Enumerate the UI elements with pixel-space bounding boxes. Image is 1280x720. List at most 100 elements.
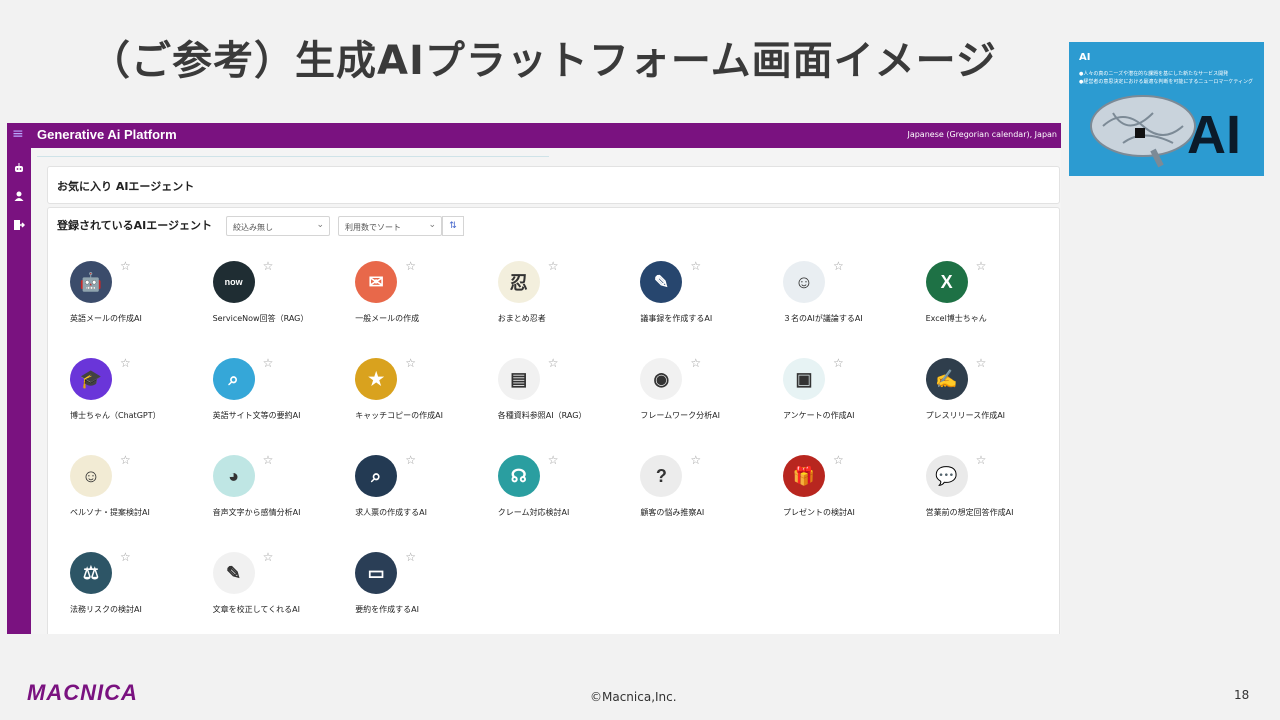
favorite-star-icon[interactable]: ☆	[405, 356, 416, 370]
three-robots-icon: ☺	[783, 261, 825, 303]
favorite-star-icon[interactable]: ☆	[976, 356, 987, 370]
agent-card[interactable]: now ☆ ServiceNow回答（RAG）	[199, 259, 341, 351]
agent-card[interactable]: 🤖 ☆ 英語メールの作成AI	[56, 259, 198, 351]
agent-card[interactable]: ✍ ☆ プレスリリース作成AI	[912, 356, 1054, 448]
excel-icon: X	[925, 261, 968, 303]
favorite-star-icon[interactable]: ☆	[120, 259, 131, 273]
agent-label: クレーム対応検討AI	[497, 508, 570, 517]
favorite-star-icon[interactable]: ☆	[833, 356, 844, 370]
favorite-star-icon[interactable]: ☆	[690, 453, 701, 467]
agent-card[interactable]: ⌕ ☆ 求人票の作成するAI	[341, 453, 483, 545]
agent-card[interactable]: ✎ ☆ 議事録を作成するAI	[626, 259, 768, 351]
persona-icon: ☺	[70, 455, 112, 497]
agent-card[interactable]: ▣ ☆ アンケートの作成AI	[769, 356, 911, 448]
sort-direction-button[interactable]: ⇅	[442, 216, 464, 236]
agent-label: 一般メールの作成	[355, 314, 420, 323]
agent-card[interactable]: ✎ ☆ 文章を校正してくれるAI	[199, 550, 341, 634]
agent-card[interactable]: ▭ ☆ 要約を作成するAI	[341, 550, 483, 634]
favorite-star-icon[interactable]: ☆	[263, 356, 274, 370]
favorite-star-icon[interactable]: ☆	[405, 453, 416, 467]
user-icon[interactable]	[13, 190, 25, 202]
favorite-star-icon[interactable]: ☆	[405, 259, 416, 273]
agent-label: 営業前の想定回答作成AI	[925, 508, 1014, 517]
side-nav	[7, 148, 31, 634]
filter-value: 絞込み無し	[233, 223, 273, 232]
brain-icon	[1090, 95, 1196, 168]
thumbnail-ai-text: AI	[1187, 105, 1241, 165]
agent-card[interactable]: ? ☆ 顧客の悩み推察AI	[626, 453, 768, 545]
agent-label: ３名のAIが議論するAI	[783, 314, 863, 323]
favorites-panel: お気に入り AIエージェント	[47, 166, 1060, 204]
macnica-logo: MACNICA	[27, 680, 138, 705]
agent-card[interactable]: 🎁 ☆ プレゼントの検討AI	[769, 453, 911, 545]
favorite-star-icon[interactable]: ☆	[263, 259, 274, 273]
agent-card[interactable]: ★ ☆ キャッチコピーの作成AI	[341, 356, 483, 448]
favorite-star-icon[interactable]: ☆	[976, 453, 987, 467]
agent-label: 文章を校正してくれるAI	[212, 605, 300, 614]
favorite-star-icon[interactable]: ☆	[548, 259, 559, 273]
sort-select[interactable]: 利用数でソート ⌄	[338, 216, 442, 236]
notepad-icon: ✎	[640, 261, 683, 303]
thumbnail-heading: AI	[1079, 52, 1091, 63]
ninja-icon: 忍	[497, 261, 540, 303]
favorite-star-icon[interactable]: ☆	[690, 259, 701, 273]
favorite-star-icon[interactable]: ☆	[120, 356, 131, 370]
thumbnail-line-2: ●経営者の意思決定における最適な判断を可能にするニューロマーケティング	[1079, 79, 1254, 85]
favorite-star-icon[interactable]: ☆	[120, 453, 131, 467]
filter-select[interactable]: 絞込み無し ⌄	[226, 216, 330, 236]
headset-agent-icon: ☊	[497, 455, 540, 497]
press-doc-icon: ✍	[925, 358, 968, 400]
app-window: ≡ Generative Ai Platform Japanese (Grego…	[7, 123, 1061, 634]
locale-label[interactable]: Japanese (Gregorian calendar), Japan	[907, 130, 1057, 139]
tagline-badge-icon: ★	[355, 358, 398, 400]
agent-label: 顧客の悩み推察AI	[640, 508, 705, 517]
brain-chip-icon: ◉	[640, 358, 683, 400]
agent-label: おまとめ忍者	[497, 314, 546, 323]
summary-screen-icon: ▭	[355, 552, 398, 594]
agent-card[interactable]: 💬 ☆ 営業前の想定回答作成AI	[912, 453, 1054, 545]
agent-card[interactable]: ⌕ ☆ 英語サイト文等の要約AI	[199, 356, 341, 448]
agent-card[interactable]: ▤ ☆ 各種資料参照AI（RAG）	[484, 356, 626, 448]
agent-card[interactable]: ☺ ☆ ペルソナ・提案検討AI	[56, 453, 198, 545]
favorite-star-icon[interactable]: ☆	[548, 356, 559, 370]
agent-label: キャッチコピーの作成AI	[355, 411, 444, 420]
favorite-star-icon[interactable]: ☆	[976, 259, 987, 273]
favorite-star-icon[interactable]: ☆	[120, 550, 131, 564]
favorites-title: お気に入り AIエージェント	[57, 180, 195, 193]
agent-card[interactable]: ◉ ☆ フレームワーク分析AI	[626, 356, 768, 448]
chevron-down-icon: ⌄	[428, 220, 436, 230]
agent-card[interactable]: ✉ ☆ 一般メールの作成	[341, 259, 483, 351]
favorite-star-icon[interactable]: ☆	[405, 550, 416, 564]
job-search-icon: ⌕	[355, 455, 398, 497]
agent-card[interactable]: 忍 ☆ おまとめ忍者	[484, 259, 626, 351]
robot-icon[interactable]	[13, 162, 25, 174]
robot-photo-icon: 🤖	[70, 261, 112, 303]
question-head-icon: ?	[640, 455, 683, 497]
logout-icon[interactable]	[13, 219, 26, 231]
agent-label: 議事録を作成するAI	[640, 314, 713, 323]
agent-label: ペルソナ・提案検討AI	[70, 508, 150, 517]
chevron-down-icon: ⌄	[316, 220, 324, 230]
agent-card[interactable]: X ☆ Excel博士ちゃん	[912, 259, 1054, 351]
favorite-star-icon[interactable]: ☆	[833, 259, 844, 273]
favorite-star-icon[interactable]: ☆	[548, 453, 559, 467]
favorite-star-icon[interactable]: ☆	[263, 453, 274, 467]
hamburger-menu-icon[interactable]: ≡	[12, 126, 24, 142]
agent-card[interactable]: 🎓 ☆ 博士ちゃん（ChatGPT）	[56, 356, 198, 448]
agent-card[interactable]: ☊ ☆ クレーム対応検討AI	[484, 453, 626, 545]
agent-label: フレームワーク分析AI	[640, 411, 720, 420]
divider	[37, 156, 549, 157]
clipboard-brain-icon: ▣	[783, 358, 825, 400]
pen-paper-icon: ✎	[212, 552, 255, 594]
favorite-star-icon[interactable]: ☆	[690, 356, 701, 370]
graduation-cap-icon: 🎓	[70, 358, 112, 400]
agent-card[interactable]: ◕ ☆ 音声文字から感情分析AI	[199, 453, 341, 545]
agent-label: アンケートの作成AI	[783, 411, 855, 420]
agent-label: Excel博士ちゃん	[925, 314, 987, 323]
book-stack-icon: ▤	[497, 358, 540, 400]
favorite-star-icon[interactable]: ☆	[833, 453, 844, 467]
agent-card[interactable]: ☺ ☆ ３名のAIが議論するAI	[769, 259, 911, 351]
agent-card[interactable]: ⚖ ☆ 法務リスクの検討AI	[56, 550, 198, 634]
favorite-star-icon[interactable]: ☆	[263, 550, 274, 564]
app-title: Generative Ai Platform	[37, 127, 177, 142]
